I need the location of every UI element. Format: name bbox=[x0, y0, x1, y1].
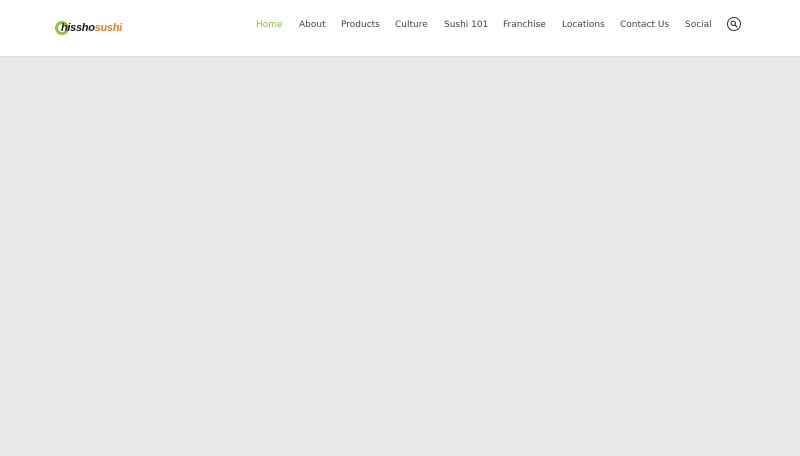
nav-item-home[interactable]: Home bbox=[256, 19, 283, 31]
nav-item-sushi-101[interactable]: Sushi 101 bbox=[444, 19, 488, 31]
nav-item-products[interactable]: Products bbox=[341, 19, 380, 31]
site-logo[interactable]: hisshosushi bbox=[55, 19, 122, 37]
nav-item-contact-us[interactable]: Contact Us bbox=[620, 19, 669, 31]
nav-item-franchise[interactable]: Franchise bbox=[503, 19, 546, 31]
logo-text-accent: sushi bbox=[94, 22, 123, 34]
search-icon bbox=[730, 20, 738, 28]
site-header: hisshosushi Home About Products Culture … bbox=[0, 0, 800, 57]
nav-item-culture[interactable]: Culture bbox=[395, 19, 428, 31]
logo-text-primary: hissho bbox=[61, 22, 95, 34]
nav-item-about[interactable]: About bbox=[299, 19, 326, 31]
nav-item-social[interactable]: Social bbox=[685, 19, 712, 31]
search-button[interactable] bbox=[727, 17, 741, 31]
main-content-area bbox=[0, 57, 800, 456]
logo-text: hisshosushi bbox=[61, 21, 122, 35]
nav-item-locations[interactable]: Locations bbox=[562, 19, 605, 31]
